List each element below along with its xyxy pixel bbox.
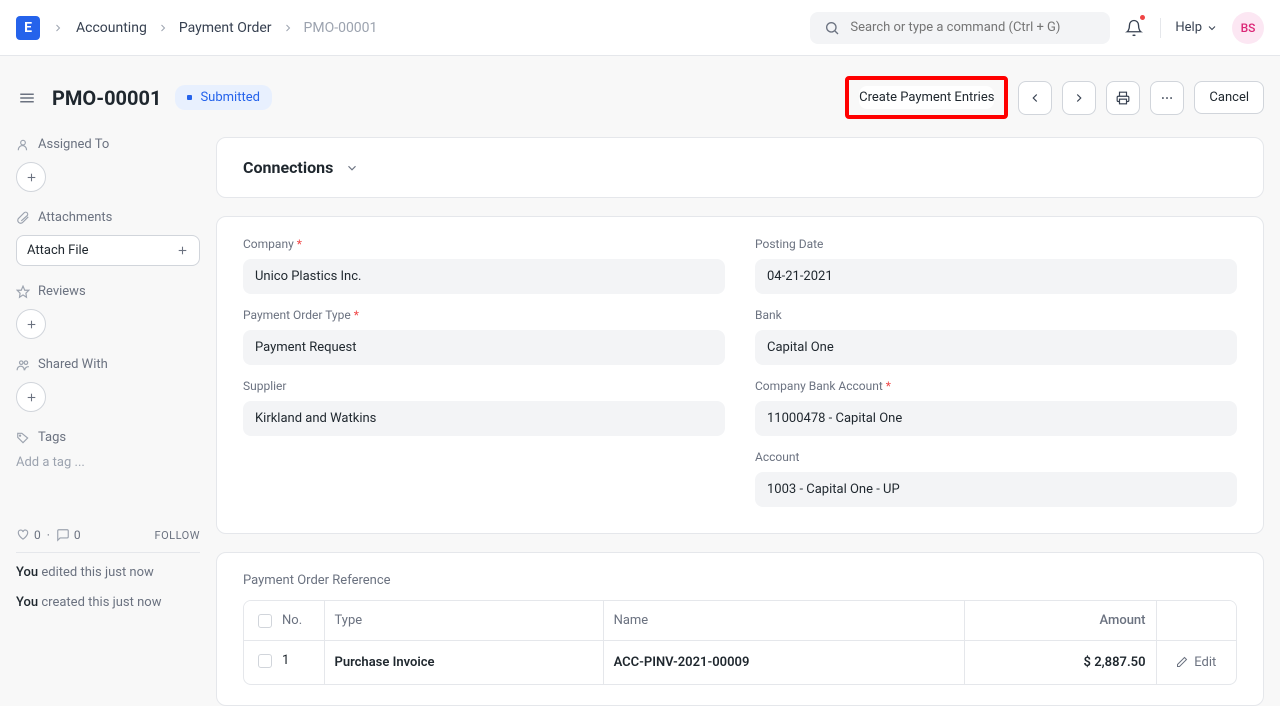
form-sidebar: Assigned To Attachments Attach File Revi…	[16, 137, 216, 706]
app-header: E Accounting Payment Order PMO-00001 Hel…	[0, 0, 1280, 56]
field-company-bank-account: Company Bank Account 11000478 - Capital …	[755, 379, 1237, 436]
heart-icon	[16, 528, 30, 542]
breadcrumb: Accounting Payment Order PMO-00001	[76, 20, 377, 36]
paperclip-icon	[16, 211, 30, 225]
breadcrumb-separator-icon	[282, 22, 294, 34]
field-company: Company Unico Plastics Inc.	[243, 237, 725, 294]
table-header-row: No. Type Name Amount	[244, 601, 1236, 641]
breadcrumb-separator-icon	[52, 22, 64, 34]
activity-item: You created this just now	[16, 593, 200, 613]
notifications-icon[interactable]	[1122, 16, 1146, 40]
create-payment-entries-highlight: Create Payment Entries	[845, 76, 1008, 119]
add-share-button[interactable]	[16, 382, 46, 412]
sidebar-toggle-icon[interactable]	[16, 87, 38, 109]
posting-date-input[interactable]: 04-21-2021	[755, 259, 1237, 294]
follow-button[interactable]: FOLLOW	[155, 529, 200, 542]
shared-with-label: Shared With	[16, 357, 200, 372]
page-title: PMO-00001	[52, 86, 161, 110]
account-input[interactable]: 1003 - Capital One - UP	[755, 472, 1237, 507]
chevron-left-icon	[1028, 91, 1042, 105]
page-actions: Create Payment Entries Cancel	[845, 76, 1264, 119]
company-input[interactable]: Unico Plastics Inc.	[243, 259, 725, 294]
more-button[interactable]	[1150, 81, 1184, 115]
row-amount: $ 2,887.50	[965, 641, 1156, 684]
field-payment-order-type: Payment Order Type Payment Request	[243, 308, 725, 365]
header-right: Help BS	[1122, 12, 1264, 44]
form-main: Connections Company Unico Plastics Inc. …	[216, 137, 1264, 706]
select-all-checkbox[interactable]	[258, 614, 272, 628]
field-supplier: Supplier Kirkland and Watkins	[243, 379, 725, 436]
plus-icon	[176, 244, 189, 257]
chevron-down-icon	[1206, 22, 1218, 34]
app-logo[interactable]: E	[16, 16, 40, 40]
create-payment-entries-button[interactable]: Create Payment Entries	[859, 86, 994, 109]
add-assignee-button[interactable]	[16, 162, 46, 192]
attachments-label: Attachments	[16, 210, 200, 225]
divider	[1160, 18, 1161, 38]
page-header: PMO-00001 Submitted Create Payment Entri…	[0, 56, 1280, 137]
plus-icon	[25, 171, 38, 184]
search-icon	[824, 20, 840, 36]
ellipsis-icon	[1160, 91, 1174, 105]
field-bank: Bank Capital One	[755, 308, 1237, 365]
table-row[interactable]: 1 Purchase Invoice ACC-PINV-2021-00009 $…	[244, 641, 1236, 684]
printer-icon	[1116, 91, 1130, 105]
prev-button[interactable]	[1018, 81, 1052, 115]
bank-input[interactable]: Capital One	[755, 330, 1237, 365]
next-button[interactable]	[1062, 81, 1096, 115]
field-posting-date: Posting Date 04-21-2021	[755, 237, 1237, 294]
chevron-right-icon	[1072, 91, 1086, 105]
reference-table: No. Type Name Amount 1 Purchase Invoice …	[243, 600, 1237, 685]
like-button[interactable]: 0	[16, 528, 41, 542]
breadcrumb-accounting[interactable]: Accounting	[76, 20, 147, 36]
field-account: Account 1003 - Capital One - UP	[755, 450, 1237, 507]
reference-title: Payment Order Reference	[217, 553, 1263, 600]
reference-card: Payment Order Reference No. Type Name Am…	[216, 552, 1264, 706]
chevron-down-icon	[345, 161, 359, 175]
tag-input[interactable]: Add a tag ...	[16, 455, 200, 470]
notification-dot-icon	[1140, 15, 1145, 20]
user-icon	[16, 138, 30, 152]
edit-row-button[interactable]: Edit	[1167, 655, 1227, 670]
comment-icon	[56, 528, 70, 542]
user-avatar[interactable]: BS	[1232, 12, 1264, 44]
tag-icon	[16, 431, 30, 445]
connections-toggle[interactable]: Connections	[217, 138, 1263, 197]
assigned-to-label: Assigned To	[16, 137, 200, 152]
status-badge: Submitted	[175, 85, 271, 110]
connections-card: Connections	[216, 137, 1264, 198]
breadcrumb-current: PMO-00001	[304, 20, 378, 36]
tags-label: Tags	[16, 430, 200, 445]
cancel-button[interactable]: Cancel	[1194, 81, 1264, 114]
row-type: Purchase Invoice	[324, 641, 603, 684]
row-checkbox[interactable]	[258, 654, 272, 668]
breadcrumb-payment-order[interactable]: Payment Order	[179, 20, 272, 36]
help-menu[interactable]: Help	[1175, 20, 1218, 35]
attach-file-button[interactable]: Attach File	[16, 235, 200, 266]
details-card: Company Unico Plastics Inc. Posting Date…	[216, 216, 1264, 534]
print-button[interactable]	[1106, 81, 1140, 115]
star-icon	[16, 285, 30, 299]
plus-icon	[25, 318, 38, 331]
engagement-bar: 0 · 0 FOLLOW	[16, 528, 200, 542]
row-name: ACC-PINV-2021-00009	[603, 641, 965, 684]
global-search[interactable]	[810, 12, 1110, 44]
pencil-icon	[1176, 656, 1188, 668]
comment-button[interactable]: 0	[56, 528, 81, 542]
company-bank-account-input[interactable]: 11000478 - Capital One	[755, 401, 1237, 436]
search-input[interactable]	[850, 20, 1096, 35]
reviews-label: Reviews	[16, 284, 200, 299]
users-icon	[16, 358, 30, 372]
divider	[16, 552, 200, 553]
plus-icon	[25, 391, 38, 404]
breadcrumb-separator-icon	[157, 22, 169, 34]
payment-order-type-input[interactable]: Payment Request	[243, 330, 725, 365]
help-label: Help	[1175, 20, 1202, 35]
activity-item: You edited this just now	[16, 563, 200, 583]
add-review-button[interactable]	[16, 309, 46, 339]
supplier-input[interactable]: Kirkland and Watkins	[243, 401, 725, 436]
